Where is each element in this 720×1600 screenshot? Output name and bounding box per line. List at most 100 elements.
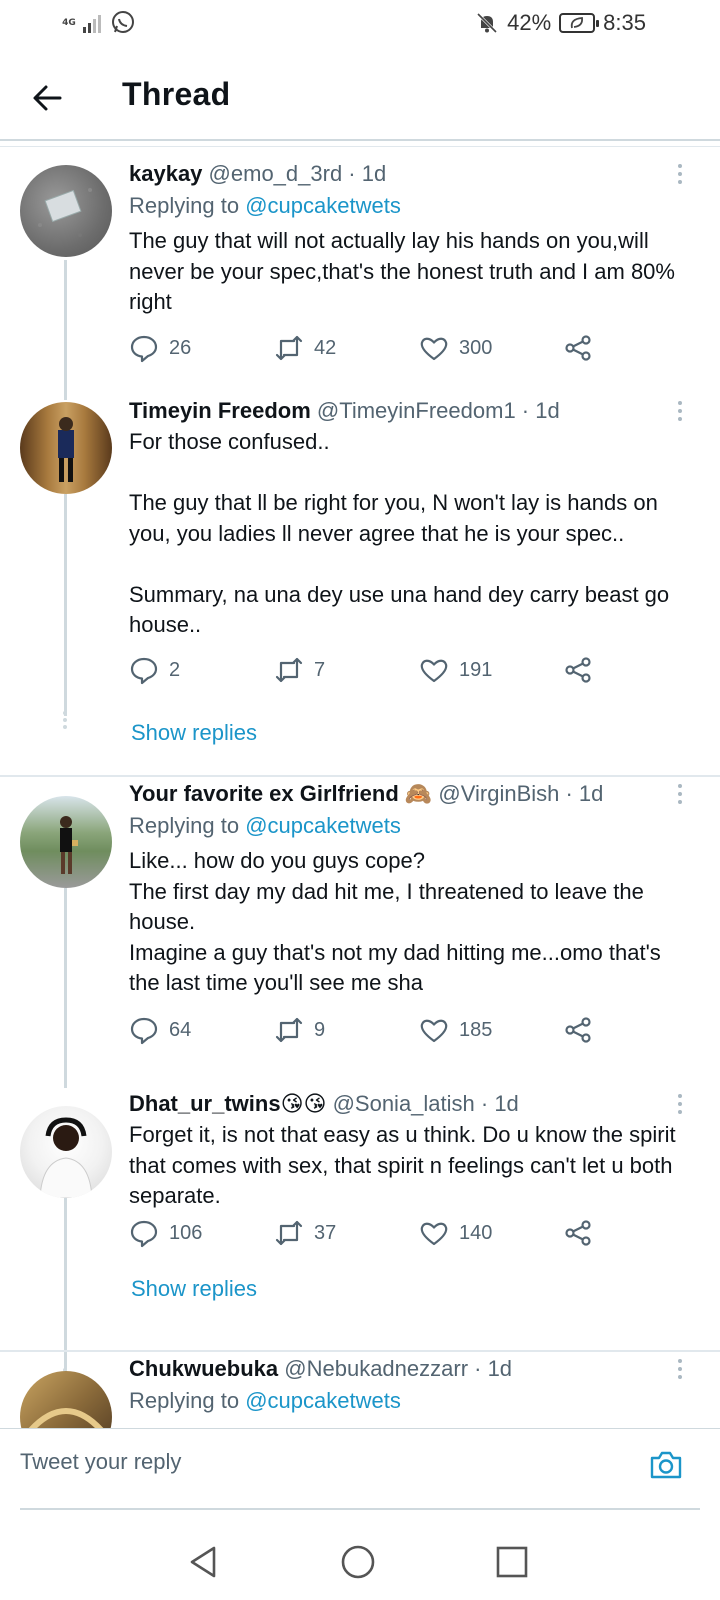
avatar[interactable]	[20, 165, 112, 257]
show-replies-link[interactable]: Show replies	[131, 1276, 257, 1302]
nav-back-button[interactable]	[184, 1542, 224, 1582]
author-name[interactable]: Chukwuebuka	[129, 1356, 278, 1381]
author-handle: @emo_d_3rd · 1d	[208, 161, 387, 186]
retweet-button[interactable]: 7	[274, 655, 325, 685]
more-options-button[interactable]	[676, 401, 684, 425]
like-button[interactable]: 191	[419, 655, 492, 685]
square-recents-icon	[496, 1546, 528, 1578]
reply-composer	[0, 1428, 720, 1508]
author-name[interactable]: Dhat_ur_twins😘😘	[129, 1091, 326, 1116]
author-handle: @Sonia_latish · 1d	[332, 1091, 519, 1116]
camera-button[interactable]	[648, 1447, 684, 1483]
section-divider	[0, 1350, 720, 1352]
system-nav-bar	[0, 1520, 720, 1600]
avatar-image	[58, 417, 74, 482]
replying-prefix: Replying to	[129, 1388, 240, 1413]
retweet-button[interactable]: 9	[274, 1015, 325, 1045]
avatar-image	[39, 1117, 93, 1198]
reply-count: 26	[169, 336, 192, 359]
like-button[interactable]: 300	[419, 333, 492, 363]
replying-to: Replying to @cupcaketwets	[129, 192, 401, 220]
retweet-button[interactable]: 42	[274, 333, 336, 363]
share-icon	[565, 657, 591, 683]
replying-mention-link[interactable]: @cupcaketwets	[245, 1388, 401, 1413]
replying-mention-link[interactable]: @cupcaketwets	[245, 193, 401, 218]
share-icon	[565, 1017, 591, 1043]
author-name[interactable]: Timeyin Freedom	[129, 398, 311, 423]
like-count: 140	[459, 1221, 493, 1244]
mute-bell-icon	[477, 12, 498, 34]
nav-recents-button[interactable]	[492, 1542, 532, 1582]
reply-button[interactable]: 106	[129, 1218, 202, 1248]
more-options-button[interactable]	[676, 164, 684, 188]
tweet-header: Chukwuebuka @Nebukadnezzarr · 1d	[129, 1355, 512, 1383]
avatar[interactable]	[20, 1371, 112, 1428]
retweet-icon	[275, 1220, 303, 1246]
author-name[interactable]: kaykay	[129, 161, 202, 186]
avatar[interactable]	[20, 796, 112, 888]
retweet-icon	[275, 1017, 303, 1043]
network-label: 4G	[62, 18, 76, 28]
tweet-header: Dhat_ur_twins😘😘 @Sonia_latish · 1d	[129, 1090, 519, 1118]
more-options-button[interactable]	[676, 784, 684, 808]
battery-icon	[559, 13, 600, 33]
reply-button[interactable]: 2	[129, 655, 180, 685]
reply-icon	[130, 1017, 158, 1045]
retweet-count: 37	[314, 1221, 337, 1244]
like-button[interactable]: 185	[419, 1015, 492, 1045]
share-button[interactable]	[563, 655, 593, 685]
replying-prefix: Replying to	[129, 813, 240, 838]
status-left: 4G	[62, 10, 136, 36]
section-divider	[0, 775, 720, 777]
reply-button[interactable]: 64	[129, 1015, 191, 1045]
reply-icon	[130, 1220, 158, 1248]
avatar[interactable]	[20, 1106, 112, 1198]
thread-line	[64, 494, 67, 716]
reply-count: 106	[169, 1221, 203, 1244]
like-button[interactable]: 140	[419, 1218, 492, 1248]
more-options-button[interactable]	[676, 1094, 684, 1118]
thread-line	[64, 888, 67, 1088]
show-replies-link[interactable]: Show replies	[131, 720, 257, 746]
avatar-image	[60, 816, 78, 874]
tweet-actions: 106 37 140	[129, 1218, 609, 1250]
reply-count: 2	[169, 658, 181, 681]
header-divider	[0, 139, 720, 147]
avatar-image	[38, 188, 92, 237]
page-title: Thread	[122, 76, 231, 112]
share-button[interactable]	[563, 1218, 593, 1248]
tweet-header: Your favorite ex Girlfriend 🙈 @VirginBis…	[129, 780, 603, 808]
tweet-actions: 2 7 191	[129, 655, 609, 687]
circle-home-icon	[341, 1545, 375, 1579]
status-bar: 4G 42% 8:35	[0, 0, 720, 48]
tweet-text: The guy that will not actually lay his h…	[129, 228, 682, 314]
replying-mention-link[interactable]: @cupcaketwets	[245, 813, 401, 838]
avatar[interactable]	[20, 402, 112, 494]
tweet-actions: 26 42 300	[129, 333, 609, 365]
reply-count: 64	[169, 1018, 192, 1041]
share-button[interactable]	[563, 1015, 593, 1045]
share-icon	[565, 335, 591, 361]
back-button[interactable]	[28, 78, 68, 118]
retweet-count: 9	[314, 1018, 326, 1041]
more-options-button[interactable]	[676, 1359, 684, 1383]
whatsapp-icon	[112, 11, 134, 33]
tweet-chukwuebuka[interactable]: Chukwuebuka @Nebukadnezzarr · 1d Replyin…	[0, 1355, 720, 1428]
share-icon	[565, 1220, 591, 1246]
like-count: 185	[459, 1018, 493, 1041]
nav-home-button[interactable]	[338, 1542, 378, 1582]
retweet-button[interactable]: 37	[274, 1218, 336, 1248]
reply-icon	[130, 657, 158, 685]
replying-prefix: Replying to	[129, 193, 240, 218]
composer-underline	[20, 1508, 700, 1510]
author-name[interactable]: Your favorite ex Girlfriend 🙈	[129, 781, 432, 806]
reply-button[interactable]: 26	[129, 333, 191, 363]
author-handle: @VirginBish · 1d	[438, 781, 604, 806]
tweet-text: Forget it, is not that easy as u think. …	[129, 1122, 682, 1208]
reply-icon	[130, 335, 158, 363]
reply-input[interactable]	[20, 1449, 600, 1475]
heart-icon	[420, 659, 448, 683]
share-button[interactable]	[563, 333, 593, 363]
tweet-actions: 64 9 185	[129, 1015, 609, 1047]
status-right: 42% 8:35	[475, 10, 646, 36]
